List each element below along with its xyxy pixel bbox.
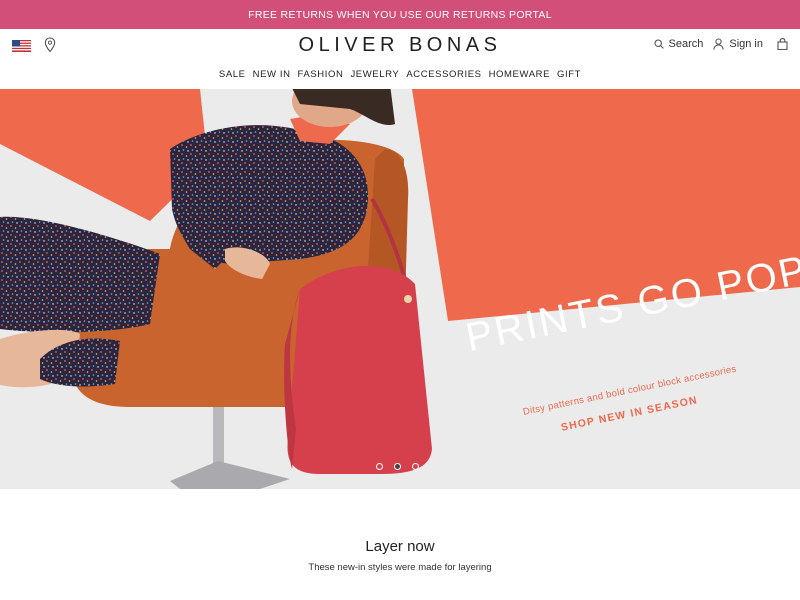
sign-in-label: Sign in <box>729 38 763 50</box>
site-header: OLIVER BONAS Search Sign in SALE NEW IN <box>0 29 800 89</box>
nav-item-jewelry[interactable]: JEWELRY <box>350 69 399 80</box>
search-icon <box>653 39 664 49</box>
search-label: Search <box>668 38 704 50</box>
promo-text: FREE RETURNS WHEN YOU USE OUR RETURNS PO… <box>248 8 552 21</box>
promo-banner[interactable]: FREE RETURNS WHEN YOU USE OUR RETURNS PO… <box>0 0 800 29</box>
nav-item-gift[interactable]: GIFT <box>557 69 581 80</box>
carousel-dot-2[interactable] <box>394 463 401 470</box>
section-title: Layer now <box>365 538 435 555</box>
nav-item-sale[interactable]: SALE <box>219 69 246 80</box>
nav-item-fashion[interactable]: FASHION <box>298 69 344 80</box>
user-icon <box>713 38 725 50</box>
main-navigation: SALE NEW IN FASHION JEWELRY ACCESSORIES … <box>0 69 800 80</box>
shopping-bag-icon <box>777 38 788 50</box>
nav-item-homeware[interactable]: HOMEWARE <box>489 69 550 80</box>
nav-item-new-in[interactable]: NEW IN <box>253 69 291 80</box>
sign-in-button[interactable]: Sign in <box>713 38 763 50</box>
basket-button[interactable] <box>777 38 788 50</box>
section-subtitle: These new-in styles were made for layeri… <box>308 562 492 573</box>
header-actions: Search Sign in <box>653 38 789 50</box>
carousel-dot-3[interactable] <box>412 463 419 470</box>
carousel-dot-1[interactable] <box>376 463 383 470</box>
search-button[interactable]: Search <box>653 38 704 50</box>
carousel-dots <box>376 463 419 470</box>
nav-item-accessories[interactable]: ACCESSORIES <box>406 69 481 80</box>
hero-banner[interactable]: PRINTS GO POP Ditsy patterns and bold co… <box>0 89 800 489</box>
layer-now-section: Layer now These new-in styles were made … <box>0 489 800 600</box>
